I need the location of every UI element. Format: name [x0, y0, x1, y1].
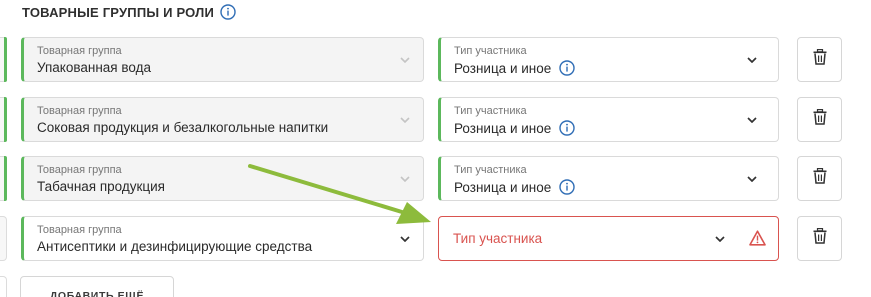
chevron-down-icon[interactable]	[714, 233, 726, 245]
trash-icon	[813, 109, 827, 130]
participant-type-value-wrap: Розница и иное	[454, 120, 575, 136]
chevron-down-icon[interactable]	[399, 54, 411, 66]
section-title: ТОВАРНЫЕ ГРУППЫ И РОЛИ	[22, 4, 215, 20]
chevron-down-icon[interactable]	[399, 233, 411, 245]
product-group-select[interactable]: Товарная группа Антисептики и дезинфицир…	[21, 216, 424, 261]
role-row: Товарная группа Табачная продукция Тип у…	[0, 156, 871, 201]
participant-type-value: Розница и иное	[454, 120, 552, 136]
info-icon[interactable]	[559, 120, 575, 136]
add-more-button[interactable]: ДОБАВИТЬ ЕЩЁ	[20, 276, 174, 297]
trash-icon	[813, 228, 827, 249]
role-row: Товарная группа Соковая продукция и беза…	[0, 97, 871, 142]
chevron-down-icon[interactable]	[399, 114, 411, 126]
participant-type-select[interactable]: Тип участника	[438, 216, 779, 261]
chevron-down-icon[interactable]	[746, 114, 758, 126]
participant-type-label: Тип участника	[454, 105, 527, 117]
row-left-edge	[0, 97, 7, 142]
product-group-label: Товарная группа	[37, 105, 122, 117]
product-group-value: Соковая продукция и безалкогольные напит…	[37, 120, 329, 135]
product-group-select[interactable]: Товарная группа Соковая продукция и беза…	[21, 97, 424, 142]
participant-type-value-wrap: Розница и иное	[454, 179, 575, 195]
product-group-label: Товарная группа	[37, 164, 122, 176]
participant-type-value-wrap: Розница и иное	[454, 60, 575, 76]
participant-type-select[interactable]: Тип участника Розница и иное	[438, 97, 779, 142]
participant-type-value: Розница и иное	[454, 179, 552, 195]
section-header: ТОВАРНЫЕ ГРУППЫ И РОЛИ	[22, 2, 236, 22]
warning-icon	[749, 230, 766, 247]
role-row: Товарная группа Антисептики и дезинфицир…	[0, 216, 871, 261]
participant-type-value: Розница и иное	[454, 60, 552, 76]
trash-icon	[813, 168, 827, 189]
row-left-edge	[0, 216, 7, 261]
row-left-edge	[0, 276, 7, 297]
product-group-label: Товарная группа	[37, 45, 122, 57]
row-left-edge	[0, 37, 7, 82]
participant-type-select[interactable]: Тип участника Розница и иное	[438, 156, 779, 201]
info-icon[interactable]	[559, 179, 575, 195]
info-icon[interactable]	[220, 4, 236, 20]
info-icon[interactable]	[559, 60, 575, 76]
product-group-value: Табачная продукция	[37, 179, 165, 194]
row-left-edge	[0, 156, 7, 201]
product-group-value: Антисептики и дезинфицирующие средства	[37, 239, 313, 254]
participant-type-placeholder: Тип участника	[453, 231, 543, 246]
participant-type-label: Тип участника	[454, 164, 527, 176]
participant-type-label: Тип участника	[454, 45, 527, 57]
product-group-select[interactable]: Товарная группа Табачная продукция	[21, 156, 424, 201]
chevron-down-icon[interactable]	[399, 173, 411, 185]
role-row: Товарная группа Упакованная вода Тип уча…	[0, 37, 871, 82]
delete-row-button[interactable]	[797, 156, 842, 201]
trash-icon	[813, 49, 827, 70]
delete-row-button[interactable]	[797, 37, 842, 82]
delete-row-button[interactable]	[797, 97, 842, 142]
chevron-down-icon[interactable]	[746, 173, 758, 185]
product-group-select[interactable]: Товарная группа Упакованная вода	[21, 37, 424, 82]
product-group-label: Товарная группа	[37, 224, 122, 236]
participant-type-select[interactable]: Тип участника Розница и иное	[438, 37, 779, 82]
product-group-value: Упакованная вода	[37, 60, 151, 75]
delete-row-button[interactable]	[797, 216, 842, 261]
page: ТОВАРНЫЕ ГРУППЫ И РОЛИ Товарная группа У…	[0, 0, 871, 297]
chevron-down-icon[interactable]	[746, 54, 758, 66]
